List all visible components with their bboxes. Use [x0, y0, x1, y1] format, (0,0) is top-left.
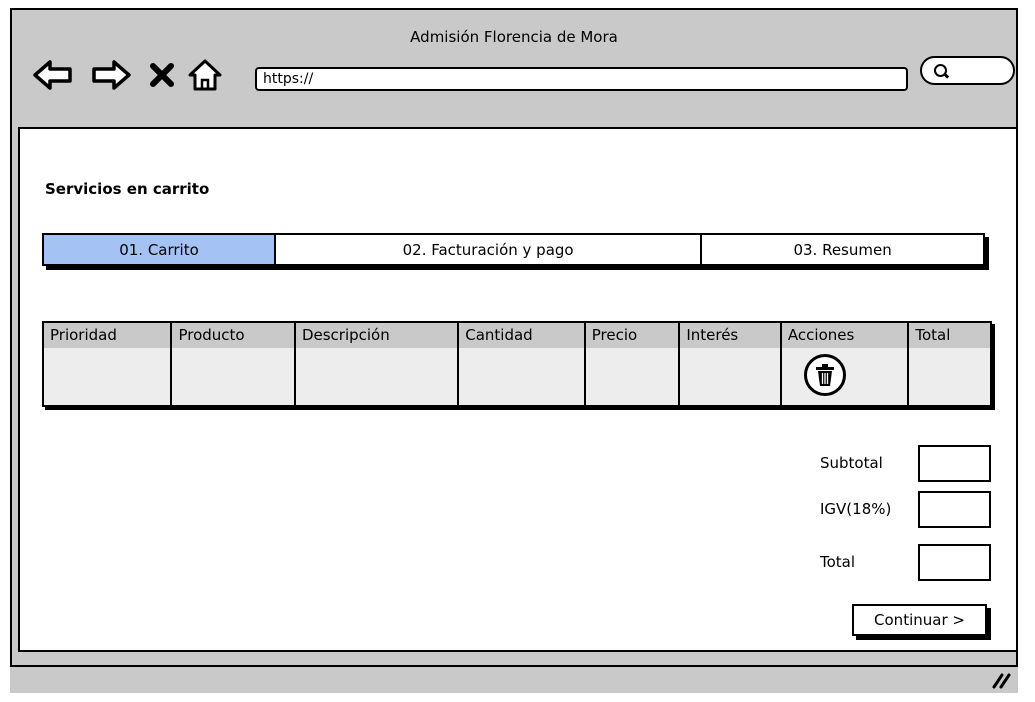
resize-grip-icon[interactable] [990, 671, 1012, 689]
close-icon[interactable] [147, 58, 177, 92]
column-header: Acciones [781, 323, 908, 348]
subtotal-field[interactable] [918, 445, 991, 482]
page-title: Servicios en carrito [45, 180, 210, 198]
column-header: Prioridad [44, 323, 171, 348]
col-acciones: Acciones [781, 323, 910, 405]
step-billing-payment[interactable]: 02. Facturación y pago [276, 235, 703, 264]
checkout-stepper: 01. Carrito 02. Facturación y pago 03. R… [42, 233, 985, 266]
column-header: Precio [585, 323, 679, 348]
column-header: Descripción [295, 323, 458, 348]
column-header: Total [909, 323, 991, 348]
column-header: Producto [172, 323, 294, 348]
arrow-left-icon[interactable] [32, 58, 76, 92]
search-icon [934, 64, 947, 77]
window-title: Admisión Florencia de Mora [410, 28, 618, 46]
col-total: Total [909, 323, 991, 405]
column-header: Interés [680, 323, 780, 348]
step-summary[interactable]: 03. Resumen [702, 235, 983, 264]
igv-field[interactable] [918, 491, 991, 528]
col-cantidad: Cantidad [459, 323, 586, 405]
continue-button[interactable]: Continuar > [852, 604, 987, 636]
trash-icon [815, 364, 834, 386]
total-field[interactable] [918, 544, 991, 581]
home-icon[interactable] [186, 58, 224, 92]
subtotal-label: Subtotal [820, 454, 883, 472]
igv-label: IGV(18%) [820, 500, 892, 518]
cart-table: Prioridad Producto Descripción Cantidad … [42, 321, 992, 407]
col-prioridad: Prioridad [44, 323, 173, 405]
col-producto: Producto [172, 323, 296, 405]
search-button[interactable] [920, 56, 1015, 85]
address-bar[interactable]: https:// [255, 67, 908, 91]
column-header: Cantidad [459, 323, 584, 348]
delete-button[interactable] [803, 354, 846, 396]
arrow-right-icon[interactable] [88, 58, 132, 92]
col-precio: Precio [585, 323, 681, 405]
total-label: Total [820, 553, 856, 571]
col-interes: Interés [680, 323, 782, 405]
status-bar [10, 665, 1018, 693]
col-descripcion: Descripción [295, 323, 460, 405]
step-cart[interactable]: 01. Carrito [44, 235, 277, 264]
